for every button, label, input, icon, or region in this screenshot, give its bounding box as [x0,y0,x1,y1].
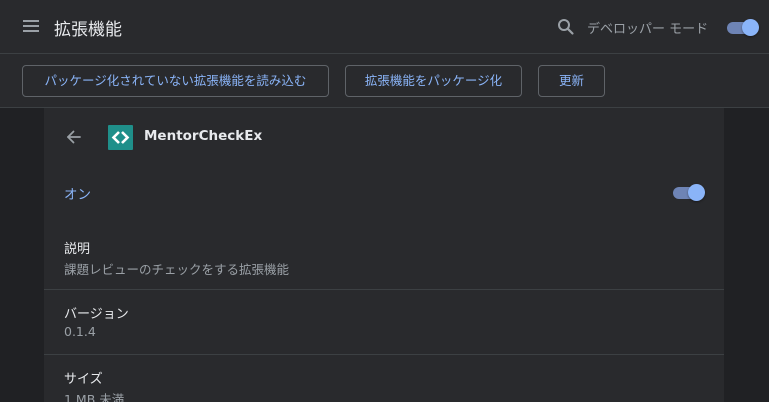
size-value: 1 MB 未満 [64,392,125,402]
developer-mode-label: デベロッパー モード [587,22,709,37]
arrow-back-icon[interactable] [64,127,84,147]
version-title: バージョン [64,307,129,322]
description-value: 課題レビューのチェックをする拡張機能 [64,262,290,277]
search-icon[interactable] [556,17,576,37]
divider [44,289,724,290]
hamburger-menu-icon[interactable] [22,17,42,37]
pack-extension-button[interactable]: 拡張機能をパッケージ化 [345,65,522,97]
extensions-page: 拡張機能 デベロッパー モード パッケージ化されていない拡張機能を読み込む 拡張… [0,0,769,402]
description-title: 説明 [64,242,91,257]
developer-mode-toggle[interactable] [727,19,759,37]
load-unpacked-button[interactable]: パッケージ化されていない拡張機能を読み込む [22,65,329,97]
code-brackets-logo-icon [108,125,133,150]
header-bar: 拡張機能 デベロッパー モード [0,0,769,54]
enabled-label: オン [64,187,91,203]
size-title: サイズ [64,372,103,387]
page-title: 拡張機能 [54,20,122,40]
update-button[interactable]: 更新 [538,65,605,97]
extension-name: MentorCheckEx [144,128,263,144]
extension-enabled-toggle[interactable] [673,184,705,202]
extension-detail-card: MentorCheckEx オン 説明 課題レビューのチェックをする拡張機能 バ… [44,108,724,402]
developer-toolbar: パッケージ化されていない拡張機能を読み込む 拡張機能をパッケージ化 更新 [0,54,769,108]
version-value: 0.1.4 [64,324,96,339]
divider [44,354,724,355]
